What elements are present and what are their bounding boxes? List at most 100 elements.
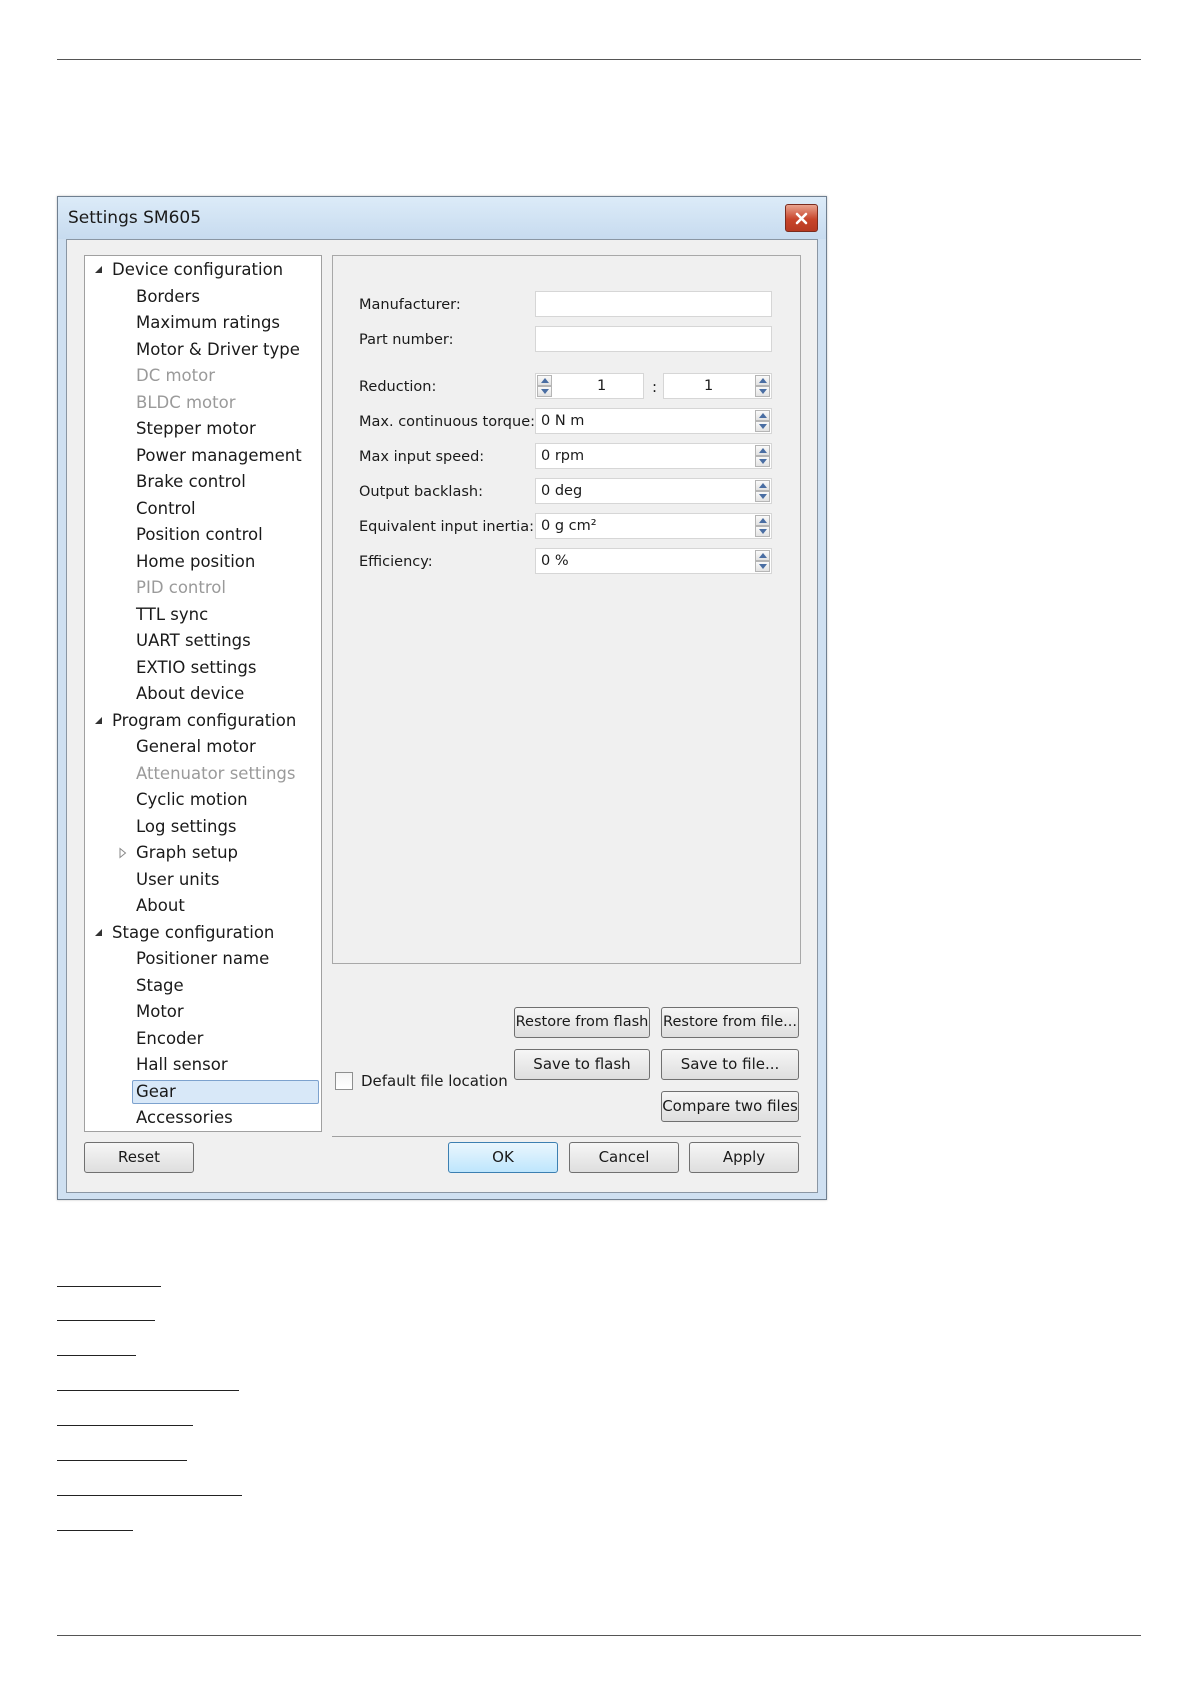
reduction-input-down-button[interactable] <box>537 386 552 397</box>
link-underline[interactable] <box>57 1425 193 1426</box>
manufacturer-label: Manufacturer: <box>359 297 461 313</box>
max-torque-up-button[interactable] <box>755 410 770 421</box>
restore-from-flash-button[interactable]: Restore from flash <box>514 1007 650 1038</box>
tree-item[interactable]: Hall sensor <box>136 1053 228 1077</box>
tree-item[interactable]: Motor <box>136 1000 184 1024</box>
tree-expanded-icon[interactable] <box>93 715 105 727</box>
page-header-rule <box>57 59 1141 60</box>
tree-group-item[interactable]: Device configuration <box>112 258 283 282</box>
tree-item[interactable]: Graph setup <box>136 841 238 865</box>
arrow-down-icon <box>758 529 767 534</box>
backlash-stepper[interactable]: 0 deg <box>535 478 772 504</box>
dialog-client-area: Device configuration Borders Maximum ratin… <box>66 239 818 1193</box>
reduction-output-stepper[interactable]: 1 <box>663 373 772 399</box>
tree-item[interactable]: Encoder <box>136 1027 203 1051</box>
arrow-up-icon <box>758 483 767 488</box>
arrow-down-icon <box>758 389 767 394</box>
link-underline[interactable] <box>57 1390 239 1391</box>
compare-two-files-button[interactable]: Compare two files <box>661 1091 799 1122</box>
save-to-flash-button[interactable]: Save to flash <box>514 1049 650 1080</box>
inertia-stepper[interactable]: 0 g cm² <box>535 513 772 539</box>
max-speed-stepper[interactable]: 0 rpm <box>535 443 772 469</box>
tree-item[interactable]: Position control <box>136 523 263 547</box>
link-underline[interactable] <box>57 1530 133 1531</box>
tree-item[interactable]: TTL sync <box>136 603 208 627</box>
tree-item[interactable]: About device <box>136 682 244 706</box>
save-to-file-button[interactable]: Save to file... <box>661 1049 799 1080</box>
tree-item[interactable]: Brake control <box>136 470 246 494</box>
link-underline[interactable] <box>57 1286 161 1287</box>
tree-item[interactable]: Accessories <box>136 1106 233 1130</box>
max-speed-up-button[interactable] <box>755 445 770 456</box>
reduction-input-up-button[interactable] <box>537 375 552 386</box>
tree-item[interactable]: User units <box>136 868 219 892</box>
tree-item[interactable]: Stepper motor <box>136 417 256 441</box>
settings-tree[interactable]: Device configuration Borders Maximum ratin… <box>84 255 322 1132</box>
ok-button[interactable]: OK <box>448 1142 558 1173</box>
tree-item[interactable]: Gear <box>132 1079 319 1104</box>
arrow-down-icon <box>540 389 549 394</box>
tree-item[interactable]: Control <box>136 497 196 521</box>
inertia-up-button[interactable] <box>755 515 770 526</box>
tree-expanded-icon[interactable] <box>93 927 105 939</box>
tree-item[interactable]: EXTIO settings <box>136 656 256 680</box>
backlash-up-button[interactable] <box>755 480 770 491</box>
max-torque-stepper[interactable]: 0 N m <box>535 408 772 434</box>
tree-item[interactable]: About <box>136 894 185 918</box>
reduction-input-stepper[interactable]: 1 <box>535 373 644 399</box>
efficiency-down-button[interactable] <box>755 561 770 572</box>
arrow-down-icon <box>758 459 767 464</box>
reduction-label: Reduction: <box>359 379 437 395</box>
tree-collapsed-icon[interactable] <box>117 847 129 859</box>
link-underline[interactable] <box>57 1355 136 1356</box>
reset-button[interactable]: Reset <box>84 1142 194 1173</box>
close-button[interactable] <box>785 204 818 232</box>
link-underline[interactable] <box>57 1495 242 1496</box>
tree-item[interactable]: Borders <box>136 285 200 309</box>
tree-item[interactable]: Home position <box>136 550 255 574</box>
part-number-label: Part number: <box>359 332 454 348</box>
tree-item[interactable]: Log settings <box>136 815 237 839</box>
arrow-down-icon <box>758 564 767 569</box>
reduction-output-down-button[interactable] <box>755 386 770 397</box>
restore-from-file-button[interactable]: Restore from file... <box>661 1007 799 1038</box>
close-icon <box>795 212 808 224</box>
tree-item[interactable]: Positioner name <box>136 947 269 971</box>
tree-item[interactable]: Motor & Driver type <box>136 338 300 362</box>
title-bar[interactable]: Settings SM605 <box>58 197 826 239</box>
part-number-field[interactable] <box>535 326 772 352</box>
max-torque-down-button[interactable] <box>755 421 770 432</box>
arrow-up-icon <box>540 378 549 383</box>
apply-button[interactable]: Apply <box>689 1142 799 1173</box>
efficiency-up-button[interactable] <box>755 550 770 561</box>
arrow-up-icon <box>758 448 767 453</box>
arrow-down-icon <box>758 494 767 499</box>
default-file-location-checkbox[interactable] <box>335 1072 353 1090</box>
tree-item[interactable]: Maximum ratings <box>136 311 280 335</box>
efficiency-stepper[interactable]: 0 % <box>535 548 772 574</box>
tree-item[interactable]: PID control <box>136 576 226 600</box>
tree-group-item[interactable]: Program configuration <box>112 709 296 733</box>
inertia-label: Equivalent input inertia: <box>359 519 534 535</box>
cancel-button[interactable]: Cancel <box>569 1142 679 1173</box>
tree-item[interactable]: Stage <box>136 974 184 998</box>
link-underline[interactable] <box>57 1460 187 1461</box>
tree-expanded-icon[interactable] <box>93 264 105 276</box>
backlash-down-button[interactable] <box>755 491 770 502</box>
reduction-output-value: 1 <box>704 378 714 394</box>
tree-item[interactable]: General motor <box>136 735 256 759</box>
tree-item[interactable]: Cyclic motion <box>136 788 248 812</box>
window-title: Settings SM605 <box>68 208 202 228</box>
tree-item[interactable]: UART settings <box>136 629 251 653</box>
tree-item[interactable]: Power management <box>136 444 302 468</box>
tree-item[interactable]: BLDC motor <box>136 391 236 415</box>
reduction-output-up-button[interactable] <box>755 375 770 386</box>
inertia-down-button[interactable] <box>755 526 770 537</box>
manufacturer-field[interactable] <box>535 291 772 317</box>
link-underline[interactable] <box>57 1320 155 1321</box>
gear-settings-panel: Manufacturer: Part number: Reduction: 1 … <box>332 255 801 964</box>
tree-group-item[interactable]: Stage configuration <box>112 921 274 945</box>
max-speed-down-button[interactable] <box>755 456 770 467</box>
tree-item[interactable]: DC motor <box>136 364 215 388</box>
tree-item[interactable]: Attenuator settings <box>136 762 296 786</box>
